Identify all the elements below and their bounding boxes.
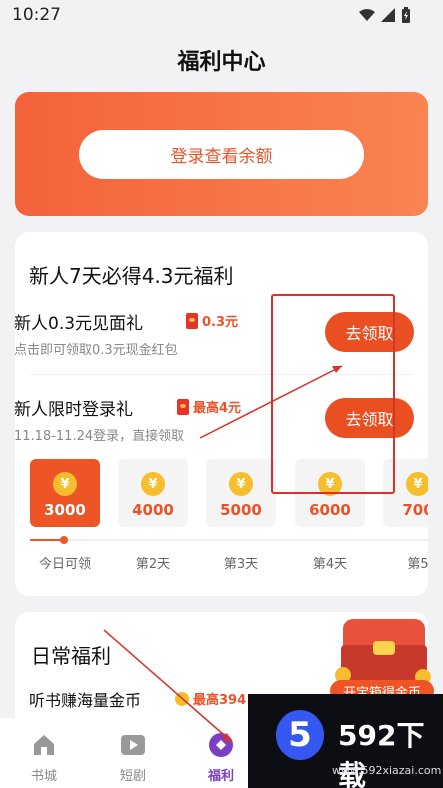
- day-amount: 700: [402, 501, 428, 519]
- reward-badge: 0.3元: [186, 311, 238, 330]
- login-view-balance-button[interactable]: 登录查看余额: [79, 130, 364, 179]
- progress-marker: [60, 536, 68, 544]
- day-amount: 5000: [220, 501, 262, 519]
- tab-short-drama[interactable]: 短剧: [103, 732, 163, 784]
- tab-welfare[interactable]: 福利: [191, 732, 251, 784]
- battery-icon: [402, 7, 410, 23]
- balance-card: 登录查看余额: [15, 92, 428, 216]
- day-label: 今日可领: [38, 557, 91, 571]
- red-packet-icon: [177, 398, 189, 415]
- page-title: 福利中心: [177, 50, 266, 75]
- day-tile-2[interactable]: ¥4000 第2天: [118, 459, 188, 571]
- day-tile-1[interactable]: ¥3000 今日可领: [30, 459, 100, 571]
- red-packet-icon: [186, 312, 198, 329]
- row-title: 新人0.3元见面礼: [14, 314, 144, 334]
- day-amount: 4000: [132, 501, 174, 519]
- progress-track: [30, 539, 428, 541]
- reward-badge: 最高394: [175, 689, 246, 708]
- progress-fill: [30, 539, 63, 541]
- coin-icon: ¥: [141, 472, 165, 496]
- day-amount: 3000: [44, 501, 86, 519]
- reward-badge-text: 最高4元: [193, 401, 242, 416]
- day-label: 第4天: [312, 557, 348, 571]
- signal-icon: [381, 8, 395, 22]
- coin-icon: ¥: [229, 472, 253, 496]
- reward-badge: 最高4元: [177, 397, 241, 416]
- status-bar: 10:27: [0, 0, 443, 30]
- wifi-icon: [359, 8, 375, 21]
- play-icon: [121, 735, 145, 755]
- gold-coin-icon: [175, 691, 189, 706]
- coin-icon: ¥: [53, 472, 77, 496]
- tab-bookstore[interactable]: 书城: [14, 732, 74, 784]
- home-icon: [34, 735, 54, 755]
- row-subtitle: 11.18-11.24登录，直接领取: [14, 429, 185, 444]
- row-subtitle: 点击即可领取0.3元现金红包: [14, 343, 178, 358]
- day-label: 第2天: [135, 557, 171, 571]
- coin-icon: ¥: [406, 472, 428, 496]
- newbie-card-title: 新人7天必得4.3元福利: [29, 264, 234, 288]
- day-amount: 6000: [309, 501, 351, 519]
- daily-card-title: 日常福利: [31, 644, 111, 668]
- reward-badge-text: 最高394: [193, 693, 247, 708]
- tab-label: 短剧: [119, 769, 146, 784]
- welfare-icon: [209, 733, 233, 757]
- reward-badge-text: 0.3元: [202, 315, 239, 330]
- status-icons: [359, 7, 411, 23]
- listen-earn-title: 听书赚海量金币: [29, 691, 142, 710]
- site-watermark: 5 592下载 www.592xiazai.com: [248, 694, 443, 788]
- tab-label: 福利: [207, 769, 234, 784]
- watermark-logo: 5: [276, 710, 324, 760]
- annotation-highlight-box: [271, 294, 395, 494]
- tab-label: 书城: [30, 769, 57, 784]
- row-title: 新人限时登录礼: [14, 400, 133, 420]
- status-time: 10:27: [12, 5, 61, 25]
- day-label: 第3天: [223, 557, 259, 571]
- day-label: 第5: [407, 557, 428, 571]
- watermark-url: www.592xiazai.com: [332, 764, 442, 777]
- day-tile-3[interactable]: ¥5000 第3天: [206, 459, 276, 571]
